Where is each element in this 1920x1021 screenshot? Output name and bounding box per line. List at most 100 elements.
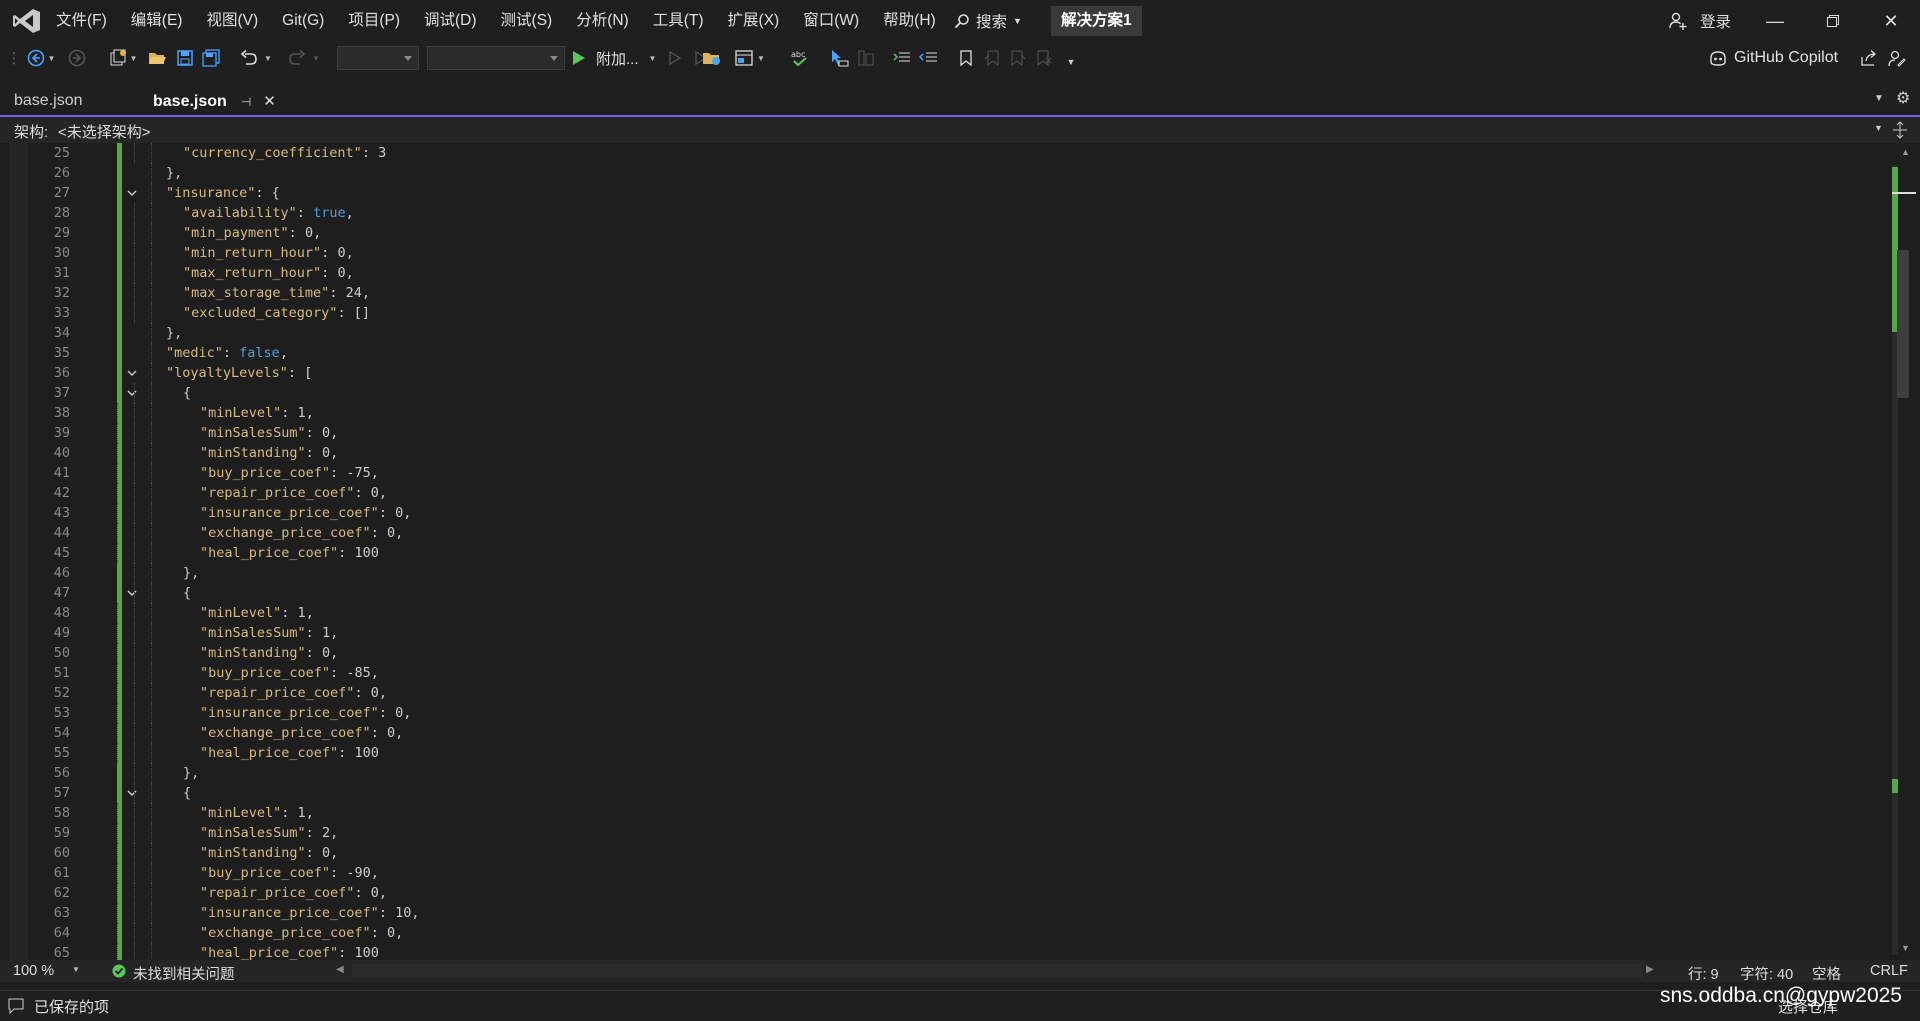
code-line[interactable]: }, [183,763,199,783]
menu-item[interactable]: 视图(V) [194,0,270,42]
login-button[interactable]: 登录 [1668,0,1731,42]
code-line[interactable]: "minSalesSum": 1, [200,623,338,643]
solution-name-badge[interactable]: 解决方案1 [1051,6,1142,36]
next-bookmark-button[interactable] [1008,42,1028,74]
menu-item[interactable]: 测试(S) [489,0,565,42]
schema-selector[interactable]: <未选择架构> [58,121,151,142]
whitespace-indicator[interactable]: 空格 [1812,963,1841,984]
code-line[interactable]: "min_return_hour": 0, [183,243,354,263]
code-line[interactable]: "exchange_price_coef": 0, [200,523,403,543]
code-line[interactable]: "insurance_price_coef": 0, [200,703,411,723]
scroll-down-icon[interactable]: ▼ [1901,943,1910,953]
redo-button[interactable]: ▼ [284,42,324,74]
split-editor-icon[interactable] [1892,121,1908,139]
code-line[interactable]: { [183,583,191,603]
issues-status[interactable]: 未找到相关问题 [133,963,235,984]
line-ending-indicator[interactable]: CRLF [1870,963,1908,979]
scrollbar-thumb[interactable] [1897,250,1909,398]
prev-bookmark-button[interactable] [982,42,1002,74]
bookmark-button[interactable] [956,42,976,74]
char-indicator[interactable]: 字符: 40 [1740,963,1793,984]
code-line[interactable]: "minLevel": 1, [200,603,314,623]
code-line[interactable]: "exchange_price_coef": 0, [200,723,403,743]
code-line[interactable]: "minSalesSum": 0, [200,423,338,443]
scroll-right-icon[interactable]: ▶ [1646,964,1654,975]
menu-item[interactable]: Git(G) [270,0,336,42]
live-share-button[interactable] [1856,42,1882,74]
menu-item[interactable]: 工具(T) [641,0,716,42]
code-line[interactable]: "minStanding": 0, [200,443,338,463]
menu-item[interactable]: 帮助(H) [871,0,948,42]
back-button[interactable]: ▼ [26,42,56,74]
scroll-up-icon[interactable]: ▲ [1901,147,1910,157]
code-line[interactable]: "repair_price_coef": 0, [200,683,387,703]
close-window-button[interactable]: ✕ [1862,0,1920,42]
fold-chevron-icon[interactable] [126,187,138,199]
code-line[interactable]: "minLevel": 1, [200,803,314,823]
code-line[interactable]: "insurance": { [166,183,280,203]
open-file-button[interactable] [146,42,168,74]
code-line[interactable]: "currency_coefficient": 3 [183,143,386,163]
line-number-indicator[interactable]: 行: 9 [1688,963,1719,984]
code-line[interactable]: "minSalesSum": 2, [200,823,338,843]
code-line[interactable]: "repair_price_coef": 0, [200,483,387,503]
code-line[interactable]: "max_return_hour": 0, [183,263,354,283]
restore-button[interactable] [1804,0,1862,42]
configuration-combo[interactable] [337,46,419,70]
scroll-left-icon[interactable]: ◀ [336,964,344,975]
github-copilot-button[interactable]: GitHub Copilot [1708,42,1838,74]
spell-check-button[interactable]: abc [786,42,814,74]
code-line[interactable]: "loyaltyLevels": [ [166,363,312,383]
code-line[interactable]: }, [183,563,199,583]
attach-button[interactable]: 附加... ▼ [572,42,682,74]
code-line[interactable]: "heal_price_coef": 100 [200,743,379,763]
menu-item[interactable]: 调试(D) [412,0,489,42]
horizontal-scrollbar[interactable] [352,964,1642,978]
menu-item[interactable]: 编辑(E) [119,0,195,42]
code-line[interactable]: }, [166,163,182,183]
fold-chevron-icon[interactable] [126,367,138,379]
format-button[interactable] [854,42,878,74]
code-line[interactable]: "minStanding": 0, [200,843,338,863]
gear-icon[interactable]: ⚙ [1896,88,1910,108]
notification-icon[interactable] [8,998,24,1014]
select-element-button[interactable] [826,42,852,74]
code-line[interactable]: "buy_price_coef": -75, [200,463,379,483]
tab-base-json-1[interactable]: base.json [0,87,138,115]
code-line[interactable]: }, [166,323,182,343]
code-line[interactable]: "buy_price_coef": -90, [200,863,379,883]
code-line[interactable]: "minLevel": 1, [200,403,314,423]
fold-chevron-icon[interactable] [126,587,138,599]
fold-chevron-icon[interactable] [126,387,138,399]
menu-item[interactable]: 分析(N) [564,0,641,42]
menu-item[interactable]: 文件(F) [44,0,119,42]
code-line[interactable]: { [183,783,191,803]
fold-chevron-icon[interactable] [126,787,138,799]
toolbar-overflow-button[interactable]: ▼ [1062,42,1080,74]
saved-items-status[interactable]: 已保存的项 [34,996,109,1017]
search-box[interactable]: 搜索 ▼ [954,0,1022,42]
tab-base-json-2[interactable]: base.json ⊣ ✕ [139,87,276,115]
menu-item[interactable]: 项目(P) [336,0,412,42]
code-line[interactable]: "availability": true, [183,203,354,223]
minimize-button[interactable]: — [1746,0,1804,42]
feedback-button[interactable] [1884,42,1910,74]
pin-icon[interactable]: ⊣ [241,88,251,116]
code-line[interactable]: "repair_price_coef": 0, [200,883,387,903]
chevron-down-icon[interactable]: ▼ [1874,123,1883,133]
code-line[interactable]: "minStanding": 0, [200,643,338,663]
code-line[interactable]: "exchange_price_coef": 0, [200,923,403,943]
code-line[interactable]: "min_payment": 0, [183,223,321,243]
code-line[interactable]: "insurance_price_coef": 0, [200,503,411,523]
menu-item[interactable]: 窗口(W) [791,0,871,42]
save-all-button[interactable] [200,42,222,74]
platform-combo[interactable] [427,46,565,70]
code-line[interactable]: "heal_price_coef": 100 [200,543,379,563]
new-project-button[interactable]: ▼ [106,42,140,74]
code-line[interactable]: "max_storage_time": 24, [183,283,370,303]
indent-button[interactable] [890,42,914,74]
undo-button[interactable]: ▼ [236,42,276,74]
window-layout-button[interactable]: ▼ [730,42,770,74]
code-line[interactable]: "excluded_category": [] [183,303,370,323]
code-line[interactable]: { [183,383,191,403]
